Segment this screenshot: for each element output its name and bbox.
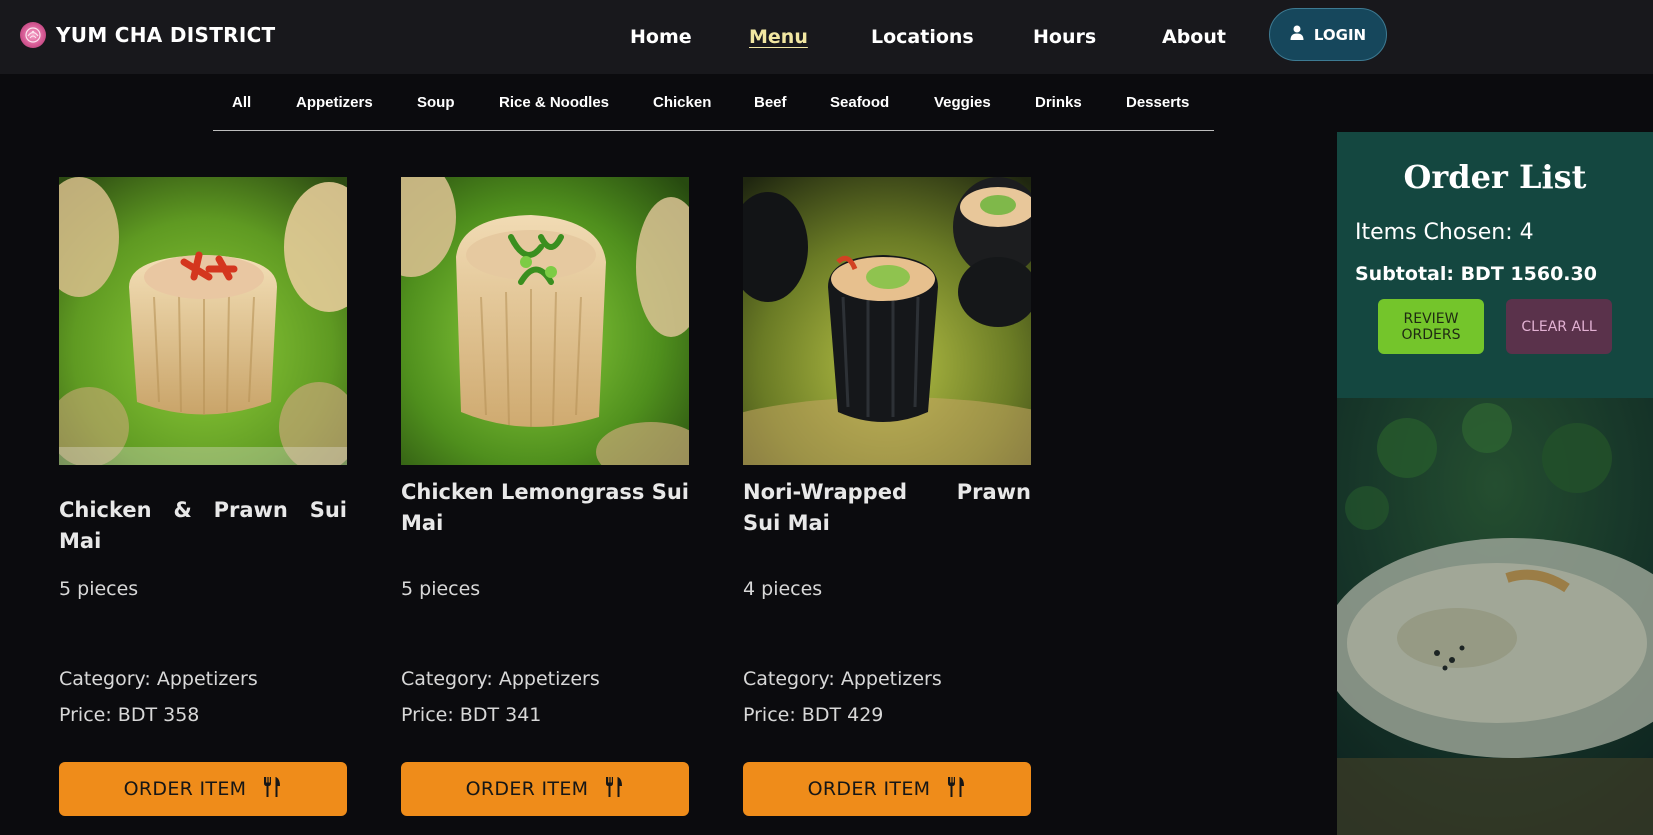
order-item-label: ORDER ITEM [465, 778, 589, 800]
category-desserts[interactable]: Desserts [1126, 94, 1189, 111]
order-list-panel: Order List Items Chosen: 4 Subtotal: BDT… [1337, 132, 1653, 398]
menu-card: Chicken Lemongrass Sui Mai 5 pieces Cate… [401, 177, 689, 816]
dish-photo [59, 177, 347, 465]
category-appetizers[interactable]: Appetizers [296, 94, 373, 111]
user-icon [1290, 25, 1304, 44]
category-all[interactable]: All [232, 94, 251, 111]
order-item-button[interactable]: ORDER ITEM [59, 762, 347, 816]
dish-price: Price: BDT 341 [401, 704, 542, 726]
category-rice-noodles[interactable]: Rice & Noodles [499, 94, 609, 111]
dumpling-logo-icon [20, 22, 46, 48]
order-item-button[interactable]: ORDER ITEM [401, 762, 689, 816]
brand-name: YUM CHA DISTRICT [56, 23, 276, 47]
nav-hours[interactable]: Hours [1033, 26, 1096, 48]
category-beef[interactable]: Beef [754, 94, 787, 111]
order-subtotal: Subtotal: BDT 1560.30 [1355, 263, 1597, 285]
order-list-title: Order List [1403, 158, 1587, 196]
nav-locations[interactable]: Locations [871, 26, 974, 48]
login-label: LOGIN [1313, 25, 1367, 44]
nav-menu[interactable]: Menu [749, 26, 808, 48]
dish-name: Nori-Wrapped Prawn Sui Mai [743, 480, 1031, 535]
dish-name: Chicken & Prawn Sui Mai [59, 498, 347, 553]
dish-name: Chicken Lemongrass Sui Mai [401, 480, 689, 535]
nav-about[interactable]: About [1162, 26, 1226, 48]
dish-photo [743, 177, 1031, 465]
category-filter-bar: All Appetizers Soup Rice & Noodles Chick… [213, 74, 1214, 131]
review-orders-button[interactable]: REVIEW ORDERS [1378, 299, 1484, 354]
category-veggies[interactable]: Veggies [934, 94, 991, 111]
dish-category: Category: Appetizers [401, 668, 600, 690]
login-button[interactable]: LOGIN [1269, 8, 1387, 61]
category-seafood[interactable]: Seafood [830, 94, 889, 111]
utensils-icon [946, 776, 966, 802]
utensils-icon [604, 776, 624, 802]
top-navbar: YUM CHA DISTRICT Home Menu Locations Hou… [0, 0, 1653, 74]
brand[interactable]: YUM CHA DISTRICT [20, 22, 276, 48]
dish-pieces: 4 pieces [743, 578, 823, 600]
menu-card: Chicken & Prawn Sui Mai 5 pieces Categor… [59, 177, 347, 816]
nav-home[interactable]: Home [630, 26, 692, 48]
order-item-label: ORDER ITEM [807, 778, 931, 800]
side-background-photo [1337, 398, 1653, 835]
category-chicken[interactable]: Chicken [653, 94, 711, 111]
order-item-label: ORDER ITEM [123, 778, 247, 800]
dish-price: Price: BDT 358 [59, 704, 200, 726]
dish-pieces: 5 pieces [59, 578, 139, 600]
dish-photo [401, 177, 689, 465]
category-drinks[interactable]: Drinks [1035, 94, 1082, 111]
clear-all-button[interactable]: CLEAR ALL [1506, 299, 1612, 354]
dish-pieces: 5 pieces [401, 578, 481, 600]
dish-price: Price: BDT 429 [743, 704, 884, 726]
order-item-button[interactable]: ORDER ITEM [743, 762, 1031, 816]
category-soup[interactable]: Soup [417, 94, 455, 111]
menu-card: Nori-Wrapped Prawn Sui Mai 4 pieces Cate… [743, 177, 1031, 816]
items-chosen: Items Chosen: 4 [1355, 220, 1534, 245]
dish-category: Category: Appetizers [743, 668, 942, 690]
dish-category: Category: Appetizers [59, 668, 258, 690]
utensils-icon [262, 776, 282, 802]
